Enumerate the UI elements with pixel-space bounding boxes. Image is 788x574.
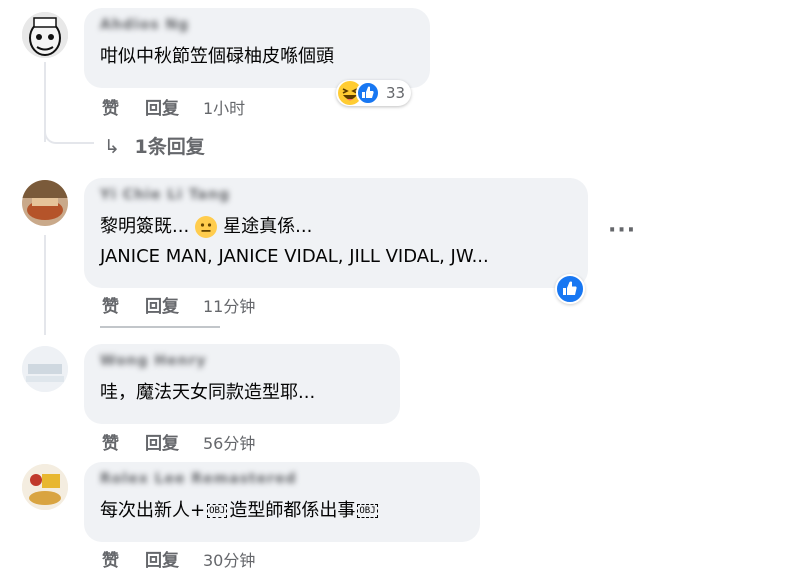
comment-bubble: Rolex Lee Remastered 每次出新人+ OBJ 造型師都係出事 OBJ	[84, 462, 480, 542]
comment-text: 黎明簽既... 星途真係...	[100, 216, 313, 238]
comment-timestamp[interactable]: 11分钟	[203, 293, 255, 317]
like-reaction-icon[interactable]	[555, 274, 585, 304]
comment-actions: 赞 回复 1小时	[102, 94, 245, 120]
view-replies-link[interactable]: ↳ 1条回复	[104, 132, 205, 159]
unrendered-emoji-placeholder: OBJ	[207, 504, 228, 518]
comment-bubble: Wong Henry 哇，魔法天女同款造型耶...	[84, 344, 400, 424]
reply-button[interactable]: 回复	[145, 94, 179, 119]
thread-branch	[44, 120, 94, 144]
comment-text: 咁似中秋節笠個碌柚皮喺個頭	[100, 46, 334, 67]
neutral-face-icon	[195, 216, 218, 238]
comment-timestamp[interactable]: 56分钟	[203, 430, 255, 454]
reaction-count: 33	[386, 84, 406, 102]
comment-actions: 赞 回复 56分钟	[102, 429, 255, 455]
comment-text: 每次出新人+ OBJ 造型師都係出事 OBJ	[100, 500, 378, 521]
reaction-summary[interactable]: 33	[336, 80, 412, 106]
comment-author[interactable]: Ahdios Ng	[100, 16, 416, 34]
avatar[interactable]	[22, 464, 68, 510]
avatar[interactable]	[22, 180, 68, 226]
thread-line	[44, 235, 46, 335]
like-button[interactable]: 赞	[102, 546, 119, 571]
unrendered-emoji-placeholder: OBJ	[357, 504, 378, 518]
comment-bubble: Ahdios Ng 咁似中秋節笠個碌柚皮喺個頭	[84, 8, 430, 88]
like-button[interactable]: 赞	[102, 292, 119, 317]
comment-text: 哇，魔法天女同款造型耶...	[100, 382, 316, 403]
avatar[interactable]	[22, 346, 68, 392]
comment-actions: 赞 回复 11分钟	[102, 292, 255, 318]
comment-author[interactable]: Yi Chie Li Tang	[100, 186, 574, 204]
hidden-reply-link	[100, 326, 220, 334]
reply-button[interactable]: 回复	[145, 429, 179, 454]
like-button[interactable]: 赞	[102, 94, 119, 119]
reply-button[interactable]: 回复	[145, 546, 179, 571]
reply-arrow-icon: ↳	[104, 136, 120, 158]
comment-author[interactable]: Rolex Lee Remastered	[100, 470, 466, 488]
comment-author[interactable]: Wong Henry	[100, 352, 386, 370]
like-reaction-icon	[356, 81, 380, 105]
comment-bubble: Yi Chie Li Tang 黎明簽既... 星途真係... JANICE MA…	[84, 178, 588, 288]
reply-button[interactable]: 回复	[145, 292, 179, 317]
comment-timestamp[interactable]: 1小时	[203, 95, 245, 119]
like-button[interactable]: 赞	[102, 429, 119, 454]
comment-text: JANICE MAN, JANICE VIDAL, JILL VIDAL, JW…	[100, 246, 489, 267]
comment-timestamp[interactable]: 30分钟	[203, 547, 255, 571]
avatar[interactable]	[22, 12, 68, 58]
comment-actions: 赞 回复 30分钟	[102, 546, 255, 572]
more-options-icon[interactable]: ···	[608, 218, 636, 243]
